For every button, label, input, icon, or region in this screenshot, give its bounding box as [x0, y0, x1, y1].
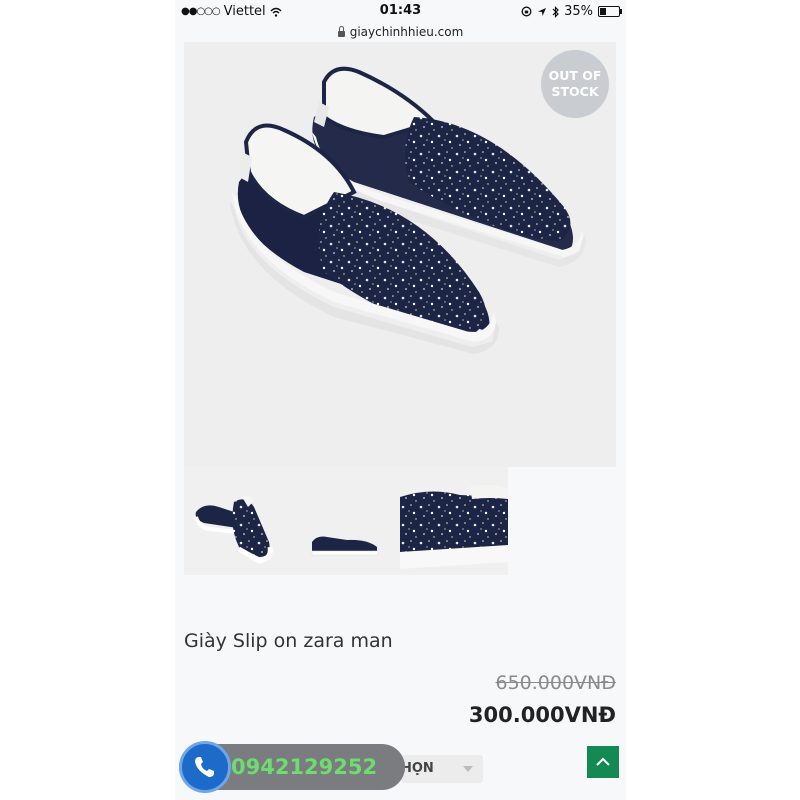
battery-percent: 35% [564, 4, 593, 19]
thumbnail-2[interactable] [292, 467, 400, 575]
status-bar: ●●○○○ Viettel 01:43 35% [175, 0, 626, 22]
scroll-to-top-button[interactable] [587, 746, 619, 778]
thumbnail-3[interactable] [400, 467, 508, 575]
phone-icon [195, 757, 214, 777]
chevron-up-icon [596, 757, 610, 766]
phone-screen: ●●○○○ Viettel 01:43 35% giaychinhhieu.co… [175, 0, 626, 800]
product-title: Giày Slip on zara man [184, 630, 393, 652]
rotation-lock-icon [521, 6, 532, 17]
lock-icon [337, 25, 345, 37]
original-price: 650.000VNĐ [495, 672, 616, 694]
url-text: giaychinhhieu.com [349, 25, 464, 39]
badge-line-2: STOCK [551, 84, 599, 99]
status-right: 35% [521, 4, 622, 19]
call-button[interactable] [179, 741, 231, 793]
chevron-down-icon [463, 766, 473, 772]
badge-line-1: OUT OF [548, 68, 602, 83]
thumbnail-empty [508, 467, 616, 575]
thumbnail-strip [184, 467, 616, 575]
product-main-image[interactable]: OUT OF STOCK [184, 42, 616, 467]
bluetooth-icon [552, 5, 559, 18]
url-bar[interactable]: giaychinhhieu.com [175, 22, 626, 42]
sale-price: 300.000VNĐ [468, 703, 616, 727]
thumbnail-shoe-closeup-image [400, 467, 508, 575]
thumbnail-1[interactable] [184, 467, 292, 575]
phone-number[interactable]: 0942129252 [231, 755, 377, 779]
thumbnail-shoe-side-image [311, 536, 379, 556]
location-arrow-icon [538, 7, 547, 16]
option-select[interactable]: HỌN [401, 755, 483, 783]
battery-icon [598, 6, 622, 17]
thumbnail-shoe-image [194, 495, 273, 564]
out-of-stock-badge: OUT OF STOCK [541, 50, 609, 118]
select-label: HỌN [401, 761, 434, 776]
